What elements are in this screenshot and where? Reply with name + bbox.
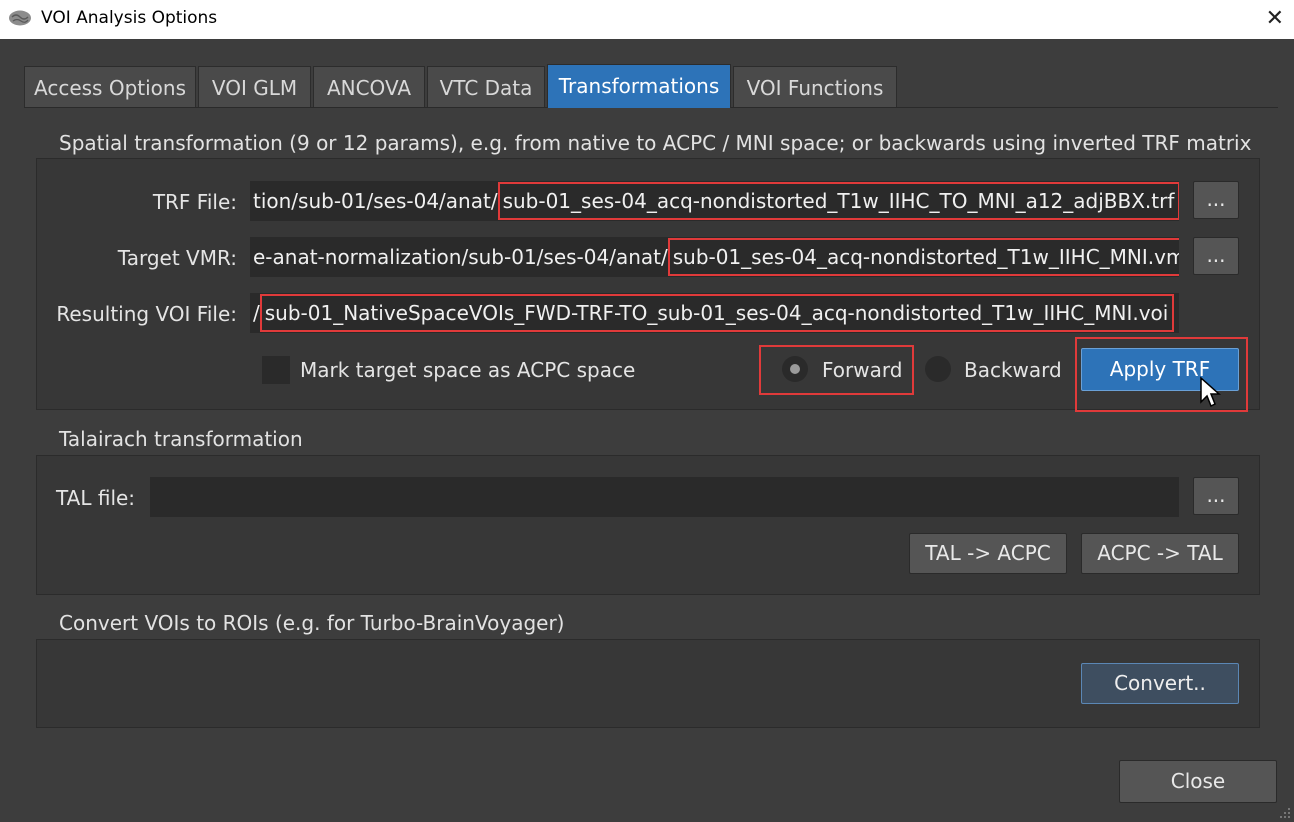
talairach-group xyxy=(36,455,1260,595)
tab-voi-glm[interactable]: VOI GLM xyxy=(198,66,311,107)
backward-label: Backward xyxy=(964,358,1062,382)
convert-section-heading: Convert VOIs to ROIs (e.g. for Turbo-Bra… xyxy=(59,611,565,635)
tal-browse-button[interactable]: ... xyxy=(1193,477,1239,515)
convert-button[interactable]: Convert.. xyxy=(1081,663,1239,704)
target-path-prefix: e-anat-normalization/sub-01/ses-04/anat/ xyxy=(253,245,668,269)
target-browse-button[interactable]: ... xyxy=(1193,237,1239,275)
tal-to-acpc-button[interactable]: TAL -> ACPC xyxy=(909,533,1067,574)
trf-path-prefix: tion/sub-01/ses-04/anat/ xyxy=(253,189,498,213)
brain-app-icon xyxy=(9,10,31,26)
tal-file-field[interactable] xyxy=(150,477,1179,517)
convert-group xyxy=(36,639,1260,728)
forward-label: Forward xyxy=(822,358,903,382)
trf-filename-highlight: sub-01_ses-04_acq-nondistorted_T1w_IIHC_… xyxy=(497,182,1179,220)
talairach-section-heading: Talairach transformation xyxy=(59,427,303,451)
tab-access-options[interactable]: Access Options xyxy=(24,66,196,107)
radio-selected-dot xyxy=(790,364,800,374)
forward-radio[interactable] xyxy=(782,356,808,382)
close-button[interactable]: Close xyxy=(1119,760,1277,803)
tal-file-label: TAL file: xyxy=(56,486,136,510)
mouse-cursor-icon xyxy=(1200,376,1221,408)
result-path-prefix: / xyxy=(253,301,260,325)
resulting-voi-field[interactable]: / sub-01_NativeSpaceVOIs_FWD-TRF-TO_sub-0… xyxy=(250,293,1179,333)
tab-vtc-data[interactable]: VTC Data xyxy=(427,66,545,107)
mark-acpc-label: Mark target space as ACPC space xyxy=(300,358,636,382)
backward-radio[interactable] xyxy=(925,356,951,382)
result-filename-highlight: sub-01_NativeSpaceVOIs_FWD-TRF-TO_sub-01… xyxy=(259,294,1175,332)
trf-browse-button[interactable]: ... xyxy=(1193,181,1239,219)
title-bar: VOI Analysis Options ✕ xyxy=(0,0,1294,39)
window-title: VOI Analysis Options xyxy=(41,8,218,28)
spatial-section-heading: Spatial transformation (9 or 12 params),… xyxy=(59,131,1252,155)
tab-transformations[interactable]: Transformations xyxy=(547,64,731,108)
resize-grip-icon[interactable] xyxy=(1278,806,1292,820)
mark-acpc-checkbox[interactable] xyxy=(262,356,290,384)
target-vmr-label: Target VMR: xyxy=(117,246,237,270)
close-window-icon[interactable]: ✕ xyxy=(1266,6,1284,31)
resulting-voi-label: Resulting VOI File: xyxy=(56,302,237,326)
target-vmr-field[interactable]: e-anat-normalization/sub-01/ses-04/anat/… xyxy=(250,237,1179,277)
tab-ancova[interactable]: ANCOVA xyxy=(313,66,425,107)
acpc-to-tal-button[interactable]: ACPC -> TAL xyxy=(1081,533,1239,574)
trf-file-label: TRF File: xyxy=(152,190,237,214)
trf-file-field[interactable]: tion/sub-01/ses-04/anat/sub-01_ses-04_ac… xyxy=(250,181,1179,221)
target-filename-highlight: sub-01_ses-04_acq-nondistorted_T1w_IIHC_… xyxy=(667,238,1179,276)
tab-voi-functions[interactable]: VOI Functions xyxy=(733,66,897,107)
